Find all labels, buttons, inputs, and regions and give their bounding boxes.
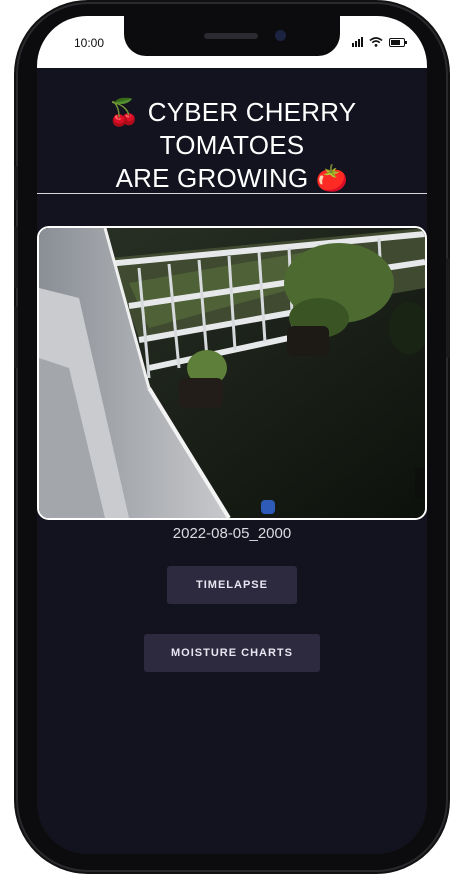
page-title-line2: ARE GROWING 🍅: [115, 163, 349, 193]
balcony-camera-image: [39, 228, 425, 518]
power-button: [446, 258, 450, 358]
timelapse-button[interactable]: TIMELAPSE: [167, 566, 297, 604]
wifi-icon: [369, 37, 383, 47]
front-camera-icon: [275, 30, 286, 41]
divider: [37, 193, 427, 194]
speaker-grille: [204, 33, 258, 39]
plant-photo[interactable]: [37, 226, 427, 520]
volume-down-button: [14, 306, 18, 368]
signal-icon: [352, 37, 363, 47]
photo-timestamp: 2022-08-05_2000: [172, 525, 292, 542]
status-icons: [352, 37, 407, 47]
notch: [124, 16, 340, 56]
moisture-charts-button[interactable]: MOISTURE CHARTS: [144, 634, 320, 672]
battery-icon: [389, 37, 407, 47]
volume-up-button: [14, 226, 18, 288]
status-time: 10:00: [74, 36, 105, 50]
page-title: 🍒 CYBER CHERRY TOMATOES ARE GROWING 🍅: [37, 96, 427, 195]
mute-switch: [14, 166, 18, 200]
page-title-line1: 🍒 CYBER CHERRY TOMATOES: [107, 97, 357, 160]
app-screen: 10:00 🍒 CYBER CHERRY TOMATOES ARE GROWIN…: [37, 16, 427, 854]
